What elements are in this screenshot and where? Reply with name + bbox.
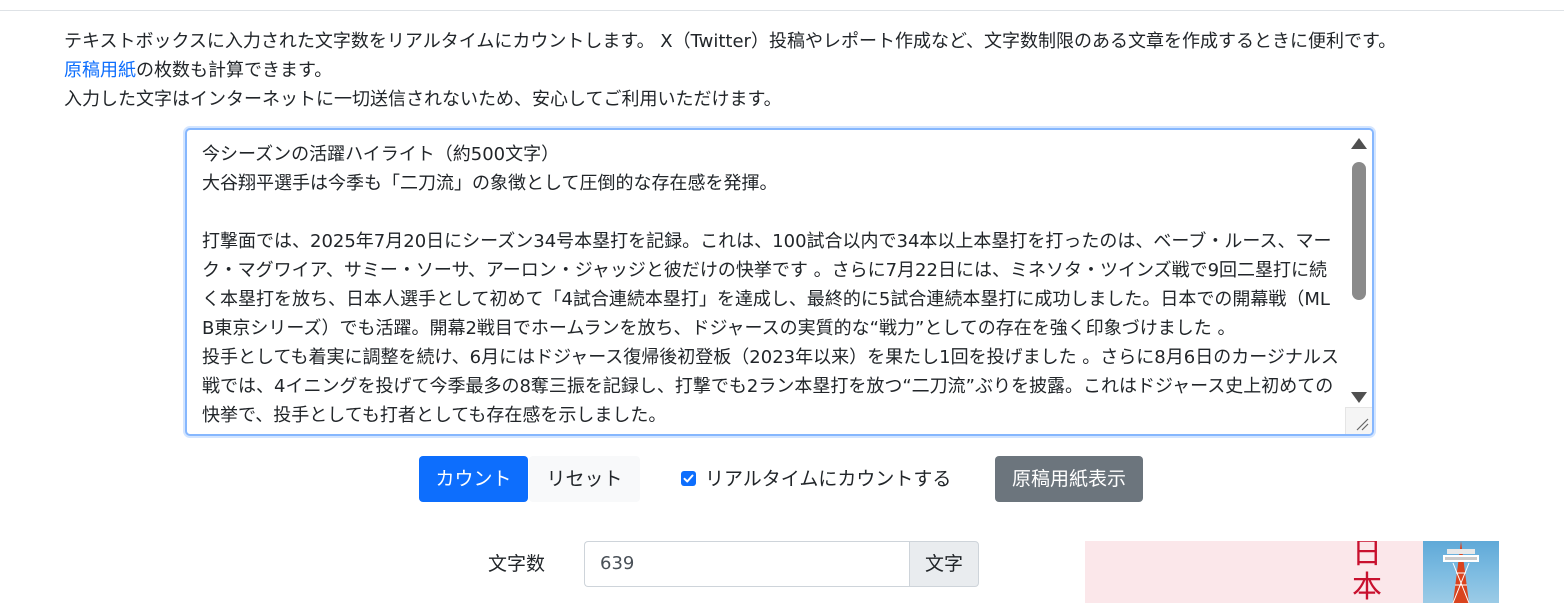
- scroll-down-arrow-icon[interactable]: [1351, 392, 1367, 403]
- reset-button[interactable]: リセット: [529, 456, 640, 502]
- intro-line-3: 入力した文字はインターネットに一切送信されないため、安心してご利用いただけます。: [64, 89, 782, 110]
- tokyo-tower-icon: [1443, 541, 1479, 603]
- genko-display-button[interactable]: 原稿用紙表示: [995, 456, 1143, 502]
- scroll-thumb[interactable]: [1352, 162, 1366, 300]
- genko-link[interactable]: 原稿用紙: [64, 60, 136, 81]
- intro-line-2-rest: の枚数も計算できます。: [136, 60, 333, 81]
- intro-line-2: 原稿用紙の枚数も計算できます。: [64, 56, 1524, 85]
- textarea-scrollbar[interactable]: [1346, 130, 1372, 410]
- char-count-field[interactable]: 639: [584, 541, 909, 587]
- char-count-label: 文字数: [488, 553, 546, 575]
- advertisement-banner[interactable]: 日 本: [1085, 541, 1499, 603]
- scroll-up-arrow-icon[interactable]: [1351, 138, 1367, 149]
- header-divider: [0, 0, 1564, 11]
- ad-headline: 日 本: [1352, 541, 1382, 603]
- realtime-toggle[interactable]: リアルタイムにカウントする: [681, 456, 951, 502]
- char-count-unit: 文字: [909, 541, 979, 587]
- count-button[interactable]: カウント: [419, 456, 528, 502]
- intro-line-1: テキストボックスに入力された文字数をリアルタイムにカウントします。 X（Twit…: [64, 31, 1397, 52]
- intro-text: テキストボックスに入力された文字数をリアルタイムにカウントします。 X（Twit…: [64, 27, 1524, 114]
- realtime-label[interactable]: リアルタイムにカウントする: [705, 468, 951, 490]
- checkmark-icon: [683, 474, 694, 482]
- text-input-content[interactable]: 今シーズンの活躍ハイライト（約500文字） 大谷翔平選手は今季も「二刀流」の象徴…: [202, 140, 1342, 430]
- tokyo-tower-image: [1423, 541, 1499, 603]
- text-input-area[interactable]: 今シーズンの活躍ハイライト（約500文字） 大谷翔平選手は今季も「二刀流」の象徴…: [185, 128, 1374, 436]
- resize-handle-icon[interactable]: [1345, 407, 1372, 434]
- realtime-checkbox[interactable]: [681, 470, 696, 486]
